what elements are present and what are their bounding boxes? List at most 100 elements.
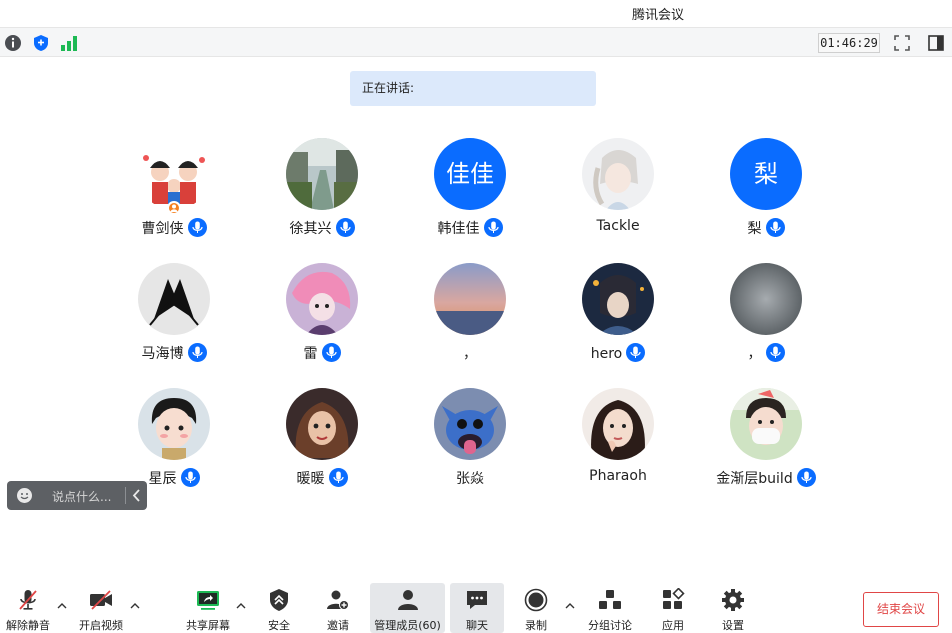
participant-tile[interactable]: 马海博	[100, 263, 248, 373]
record-icon	[524, 588, 548, 612]
participant-name-text: 星辰	[148, 471, 177, 487]
participant-name-text: 暖暖	[296, 471, 325, 487]
avatar: 梨	[730, 138, 802, 210]
participant-tile[interactable]: 金渐层build	[692, 388, 840, 498]
top-toolbar: 01:46:29	[0, 27, 952, 57]
avatar	[138, 388, 210, 460]
bottom-toolbar: 解除静音 开启视频 共享屏幕 安全 邀请 管理成员(60) 聊天 录制 分组讨论…	[0, 583, 952, 633]
gear-icon	[722, 589, 744, 611]
window-title: 腾讯会议	[632, 8, 685, 23]
participant-tile[interactable]: 徐其兴	[248, 138, 396, 248]
end-meeting-button[interactable]: 结束会议	[863, 592, 939, 627]
host-badge-icon	[167, 201, 181, 215]
participant-tile[interactable]: 雷	[248, 263, 396, 373]
mic-icon	[187, 218, 207, 237]
mic-icon	[328, 468, 348, 487]
participant-name-text: 徐其兴	[289, 221, 332, 237]
participant-name: 暖暖	[248, 468, 396, 488]
participant-name-text: hero	[590, 346, 623, 362]
speaking-indicator: 正在讲话:	[350, 71, 596, 106]
info-icon[interactable]	[4, 34, 22, 52]
share-screen-button[interactable]: 共享屏幕	[182, 583, 234, 633]
signal-icon[interactable]	[60, 34, 78, 52]
participant-name: 马海博	[100, 343, 248, 363]
record-label: 录制	[525, 619, 547, 632]
avatar	[138, 263, 210, 335]
unmute-button[interactable]: 解除静音	[2, 583, 54, 633]
avatar	[582, 263, 654, 335]
avatar	[582, 138, 654, 210]
manage-members-button[interactable]: 管理成员(60)	[370, 583, 445, 633]
avatar	[286, 263, 358, 335]
apps-icon	[663, 588, 685, 609]
participant-name: ，	[692, 343, 840, 363]
participant-tile[interactable]: ，	[396, 263, 544, 373]
participant-tile[interactable]: Tackle	[544, 138, 692, 248]
chevron-up-icon[interactable]	[236, 601, 246, 611]
chevron-up-icon[interactable]	[57, 601, 67, 611]
participant-name: 张焱	[396, 468, 544, 488]
add-user-icon	[327, 590, 349, 610]
participant-name-text: Tackle	[596, 218, 640, 234]
participant-tile[interactable]: 曹剑侠	[100, 138, 248, 248]
share-screen-icon	[197, 591, 219, 610]
avatar	[434, 388, 506, 460]
members-icon	[397, 590, 418, 610]
breakout-button[interactable]: 分组讨论	[584, 583, 636, 633]
fullscreen-icon[interactable]	[893, 34, 911, 52]
participant-name-text: 马海博	[141, 346, 184, 362]
chevron-up-icon[interactable]	[130, 601, 140, 611]
participant-name-text: 张焱	[456, 471, 484, 487]
apps-label: 应用	[662, 619, 684, 632]
mic-icon	[321, 343, 341, 362]
participant-tile[interactable]: 暖暖	[248, 388, 396, 498]
invite-button[interactable]: 邀请	[317, 583, 359, 633]
mic-icon	[335, 218, 355, 237]
avatar: 佳佳	[434, 138, 506, 210]
breakout-label: 分组讨论	[588, 619, 632, 632]
collapse-icon[interactable]	[132, 489, 142, 502]
mic-icon	[626, 343, 646, 362]
chevron-up-icon[interactable]	[565, 601, 575, 611]
unmute-label: 解除静音	[6, 619, 50, 632]
chat-icon	[467, 591, 487, 609]
manage-members-label: 管理成员(60)	[374, 619, 441, 632]
sidebar-toggle-icon[interactable]	[927, 34, 945, 52]
settings-button[interactable]: 设置	[712, 583, 754, 633]
participant-tile[interactable]: 佳佳 韩佳佳	[396, 138, 544, 248]
mic-icon	[180, 468, 200, 487]
shield-icon[interactable]	[32, 34, 50, 52]
participant-tile[interactable]: ，	[692, 263, 840, 373]
participant-name-text: ，	[463, 346, 477, 362]
participant-name-text: 韩佳佳	[437, 221, 480, 237]
divider	[125, 487, 126, 504]
participant-name-text: ，	[747, 346, 762, 362]
avatar	[286, 388, 358, 460]
mic-icon	[483, 218, 503, 237]
invite-label: 邀请	[327, 619, 349, 632]
avatar	[434, 263, 506, 335]
chat-input[interactable]: 说点什么...	[52, 488, 111, 505]
participant-tile[interactable]: 张焱	[396, 388, 544, 498]
breakout-rooms-icon	[599, 590, 621, 609]
participant-name-text: 雷	[303, 346, 318, 362]
meeting-timer: 01:46:29	[818, 33, 880, 53]
apps-button[interactable]: 应用	[652, 583, 694, 633]
record-button[interactable]: 录制	[515, 583, 557, 633]
mic-icon	[765, 343, 785, 362]
participant-name: 梨	[692, 218, 840, 238]
start-video-button[interactable]: 开启视频	[74, 583, 128, 633]
participant-tile[interactable]: Pharaoh	[544, 388, 692, 498]
chat-button[interactable]: 聊天	[450, 583, 504, 633]
participant-name: 韩佳佳	[396, 218, 544, 238]
avatar	[138, 138, 210, 210]
participant-tile[interactable]: 梨梨	[692, 138, 840, 248]
mic-muted-icon	[19, 590, 37, 610]
participant-tile[interactable]: hero	[544, 263, 692, 373]
emoji-icon[interactable]	[16, 487, 33, 504]
participant-name-text: 梨	[747, 221, 762, 237]
security-button[interactable]: 安全	[258, 583, 300, 633]
participant-name: 雷	[248, 343, 396, 363]
chat-quick-bar[interactable]: 说点什么...	[7, 481, 147, 510]
chat-label: 聊天	[466, 619, 488, 632]
